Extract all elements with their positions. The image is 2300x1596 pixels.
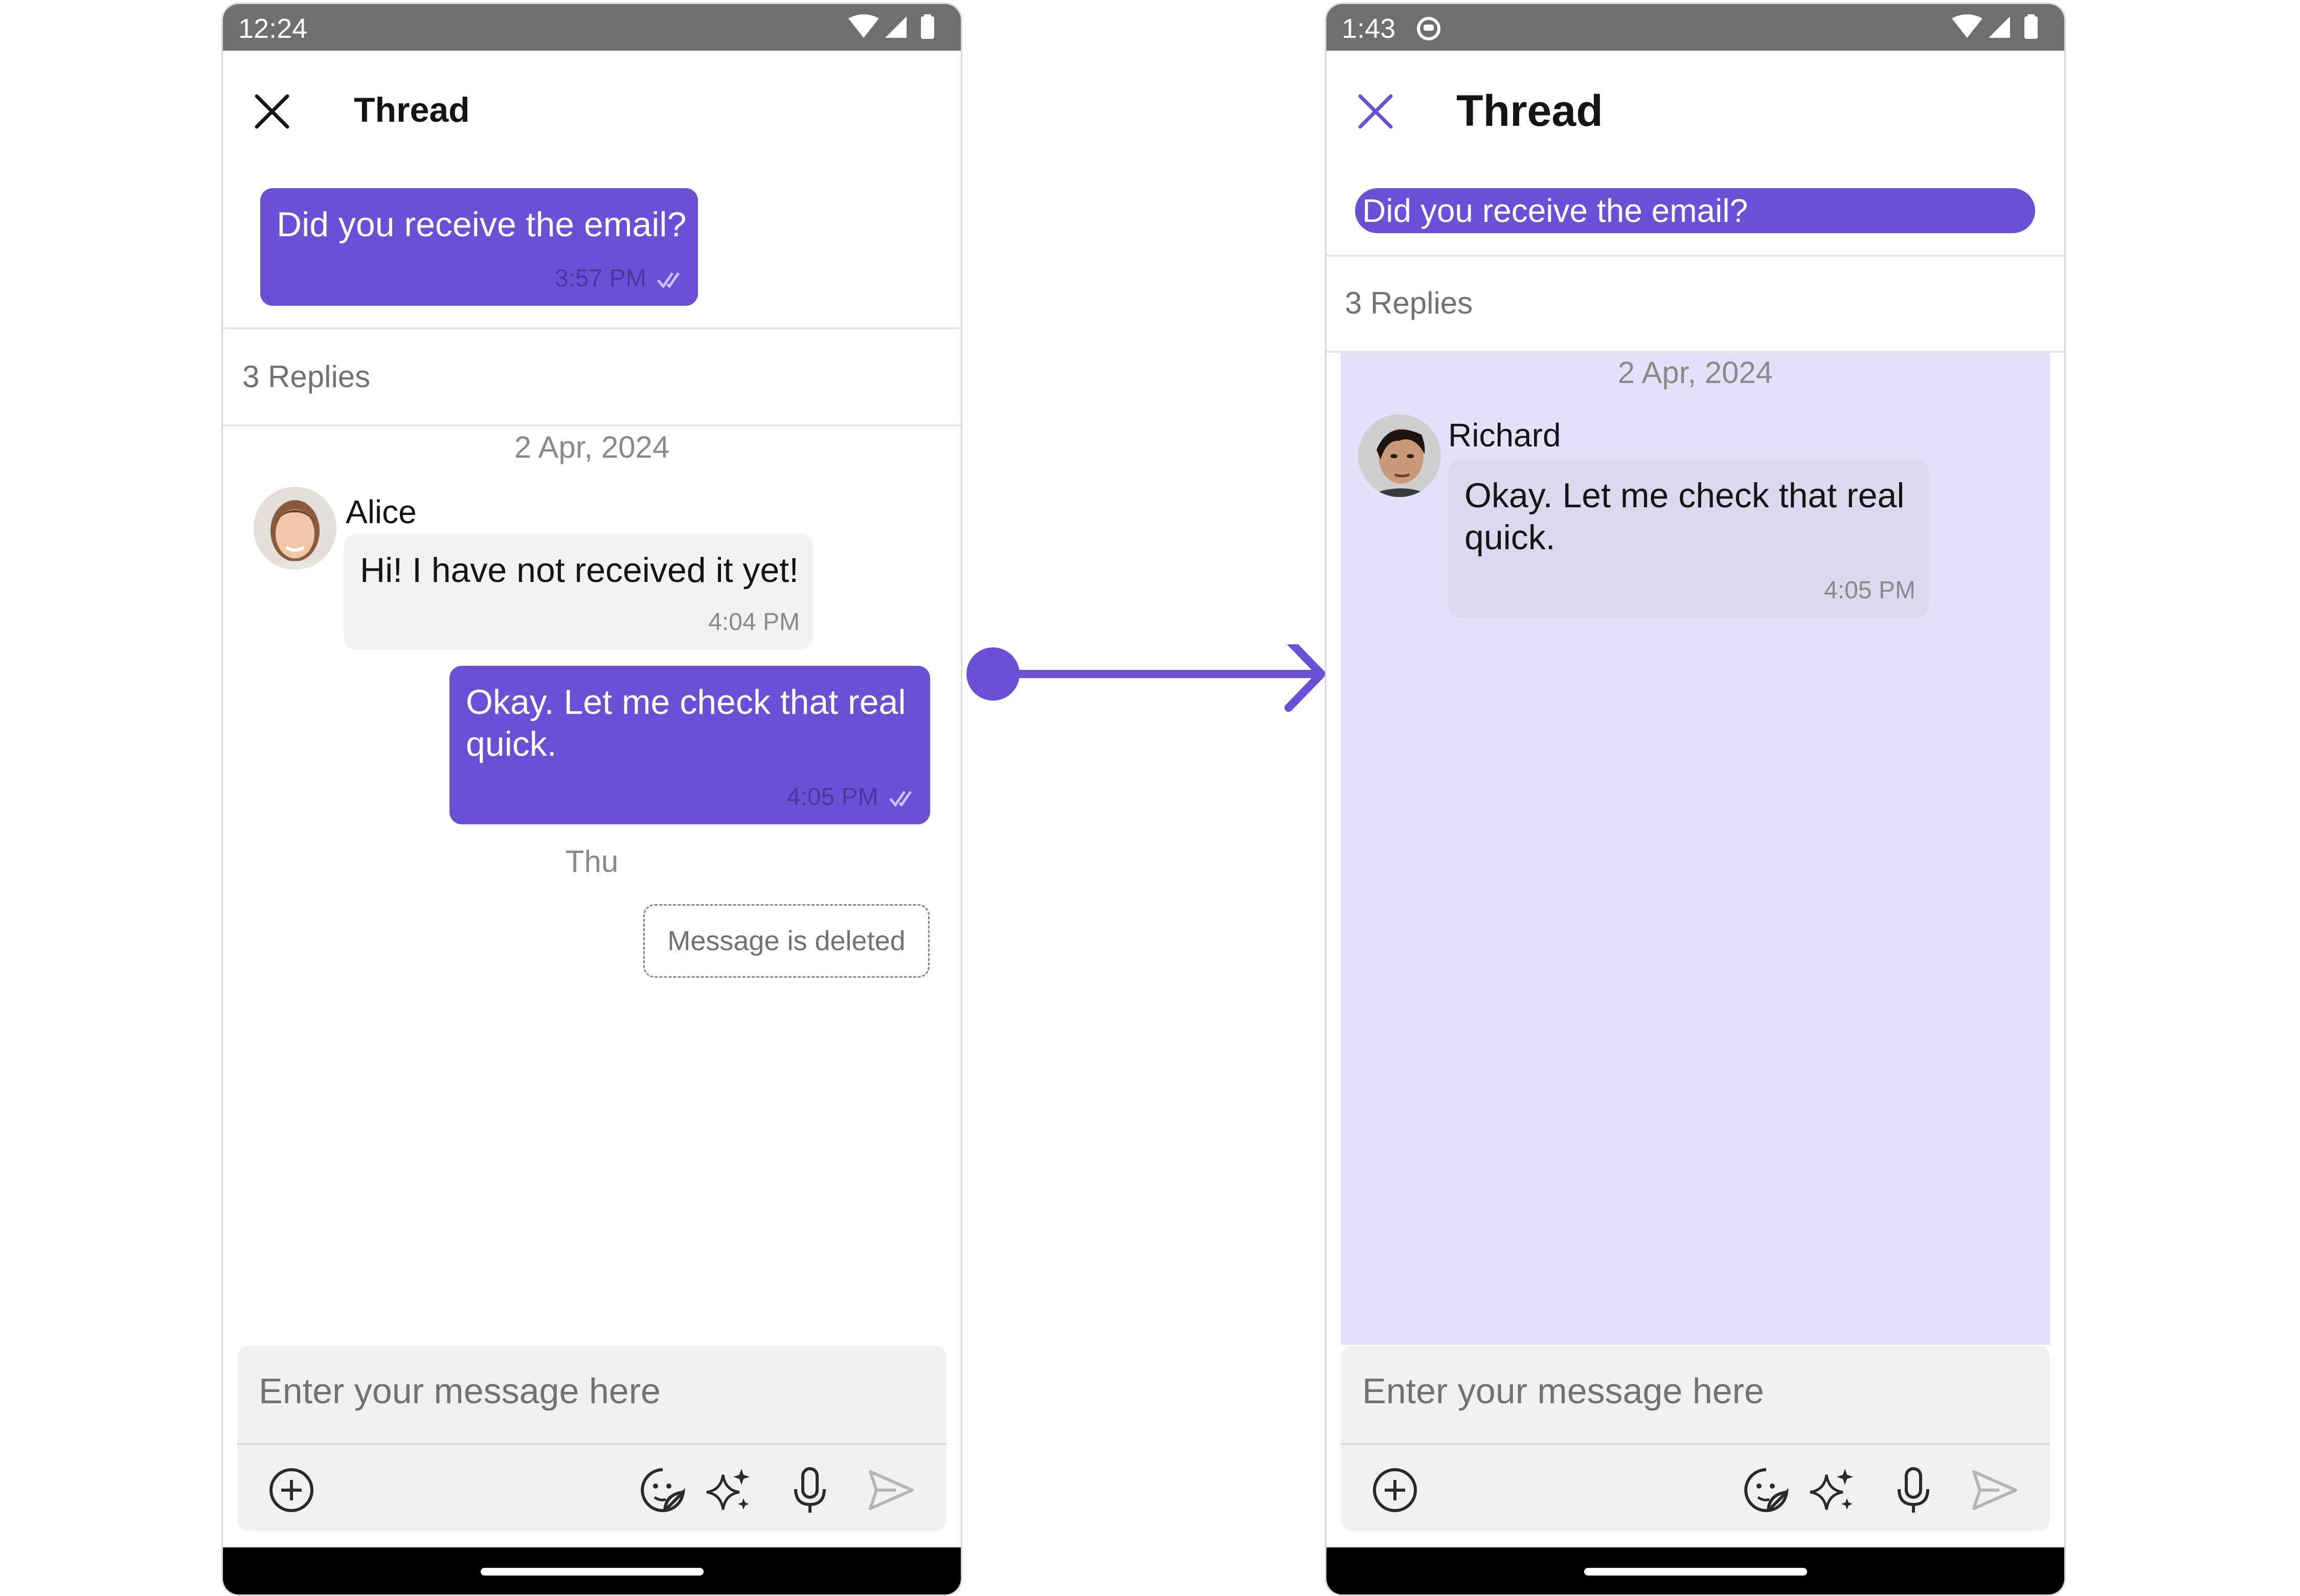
divider <box>223 327 961 329</box>
message-input[interactable]: Enter your message here <box>1362 1370 1764 1411</box>
message-composer: Enter your message here <box>1341 1346 2050 1531</box>
microphone-icon <box>1898 1467 1929 1513</box>
add-attachment-button[interactable] <box>266 1465 317 1516</box>
parent-message-text: Did you receive the email? <box>277 205 687 244</box>
parent-message-bubble[interactable]: Did you receive the email? 3:57 PM <box>260 188 698 306</box>
navigation-bar <box>223 1547 961 1594</box>
read-receipt-icon <box>657 272 680 289</box>
home-indicator[interactable] <box>1584 1568 1807 1576</box>
signal-icon <box>885 16 907 38</box>
microphone-icon <box>794 1467 826 1513</box>
outgoing-message-bubble[interactable]: Okay. Let me check that real quick. 4:05… <box>449 666 930 824</box>
ai-sparkle-icon <box>1810 1469 1853 1510</box>
avatar[interactable] <box>254 487 336 570</box>
incoming-message-bubble[interactable]: Hi! I have not received it yet! 4:04 PM <box>344 534 813 649</box>
send-icon <box>869 1470 914 1510</box>
read-receipt-icon <box>889 791 912 807</box>
message-list-highlight: 2 Apr, 2024 Richard Okay. Let me check t… <box>1341 353 2050 1345</box>
message-text: Okay. Let me check that real quick. <box>1464 475 1904 558</box>
close-icon <box>255 94 289 129</box>
message-text: Hi! I have not received it yet! <box>360 551 799 590</box>
sticker-button[interactable] <box>1741 1465 1792 1516</box>
send-icon <box>1972 1470 2017 1510</box>
close-icon <box>1358 94 1393 129</box>
left-phone-screen: 12:24 Thread Did you receive the email? … <box>221 3 962 1596</box>
battery-icon <box>921 16 934 39</box>
status-icons <box>1949 13 2051 49</box>
wifi-icon <box>1952 14 1982 38</box>
transition-arrow <box>966 636 1335 721</box>
add-attachment-icon <box>1373 1468 1417 1512</box>
signal-icon <box>1989 16 2010 38</box>
add-attachment-button[interactable] <box>1369 1465 1420 1516</box>
battery-icon <box>2024 16 2038 39</box>
date-separator: 2 Apr, 2024 <box>514 430 670 464</box>
deleted-message: Message is deleted <box>643 904 930 978</box>
parent-message-bubble[interactable]: Did you receive the email? <box>1355 188 2035 233</box>
message-composer: Enter your message here <box>237 1346 946 1531</box>
date-separator: 2 Apr, 2024 <box>1617 355 1773 390</box>
incoming-message-bubble[interactable]: Okay. Let me check that real quick. 4:05… <box>1448 459 1929 618</box>
ai-sparkle-icon <box>706 1469 750 1510</box>
send-button[interactable] <box>1969 1465 2020 1516</box>
message-meta: 4:05 PM <box>787 783 917 811</box>
page-title: Thread <box>1456 86 1603 136</box>
replies-count: 3 Replies <box>242 359 371 394</box>
message-time: 3:57 PM <box>554 265 646 292</box>
status-time: 12:24 <box>238 13 308 44</box>
status-bar: 1:43 <box>1326 4 2064 51</box>
app-notification-icon <box>1414 13 1443 49</box>
message-time: 4:05 PM <box>786 783 878 811</box>
message-input[interactable]: Enter your message here <box>259 1370 661 1411</box>
ai-assist-button[interactable] <box>703 1465 754 1516</box>
sticker-icon <box>641 1468 685 1512</box>
voice-record-button[interactable] <box>1888 1465 1939 1516</box>
message-time: 4:05 PM <box>1824 577 1915 604</box>
close-button[interactable] <box>252 91 292 132</box>
sticker-icon <box>1744 1468 1789 1512</box>
navigation-bar <box>1326 1547 2064 1594</box>
composer-divider <box>237 1443 946 1445</box>
message-text-line: quick. <box>1464 518 1555 557</box>
sticker-button[interactable] <box>637 1465 688 1516</box>
replies-count: 3 Replies <box>1345 286 1473 320</box>
right-phone-screen: 1:43 Thread Did you receive the email? 3… <box>1325 3 2066 1596</box>
status-icons <box>845 13 948 49</box>
message-text-line: quick. <box>466 725 557 763</box>
status-bar: 12:24 <box>223 4 961 51</box>
sender-name: Richard <box>1448 417 1561 454</box>
status-time: 1:43 <box>1342 13 1396 44</box>
close-button[interactable] <box>1355 91 1396 132</box>
add-attachment-icon <box>269 1468 313 1512</box>
composer-divider <box>1341 1443 2050 1445</box>
message-text-line: Okay. Let me check that real <box>1464 476 1905 515</box>
voice-record-button[interactable] <box>784 1465 836 1516</box>
sender-name: Alice <box>346 493 417 530</box>
ai-assist-button[interactable] <box>1806 1465 1857 1516</box>
home-indicator[interactable] <box>480 1568 704 1576</box>
wifi-icon <box>848 14 879 38</box>
send-button[interactable] <box>865 1465 916 1516</box>
page-title: Thread <box>354 91 470 129</box>
date-separator: Thu <box>565 844 619 879</box>
message-time: 4:04 PM <box>708 609 800 636</box>
avatar[interactable] <box>1358 414 1441 497</box>
parent-message-text: Did you receive the email? <box>1362 192 1748 229</box>
divider <box>1326 255 2064 257</box>
divider <box>223 424 961 426</box>
message-text-line: Okay. Let me check that real <box>466 683 906 722</box>
parent-message-meta: 3:57 PM <box>555 264 685 293</box>
message-text: Okay. Let me check that real quick. <box>466 681 906 765</box>
